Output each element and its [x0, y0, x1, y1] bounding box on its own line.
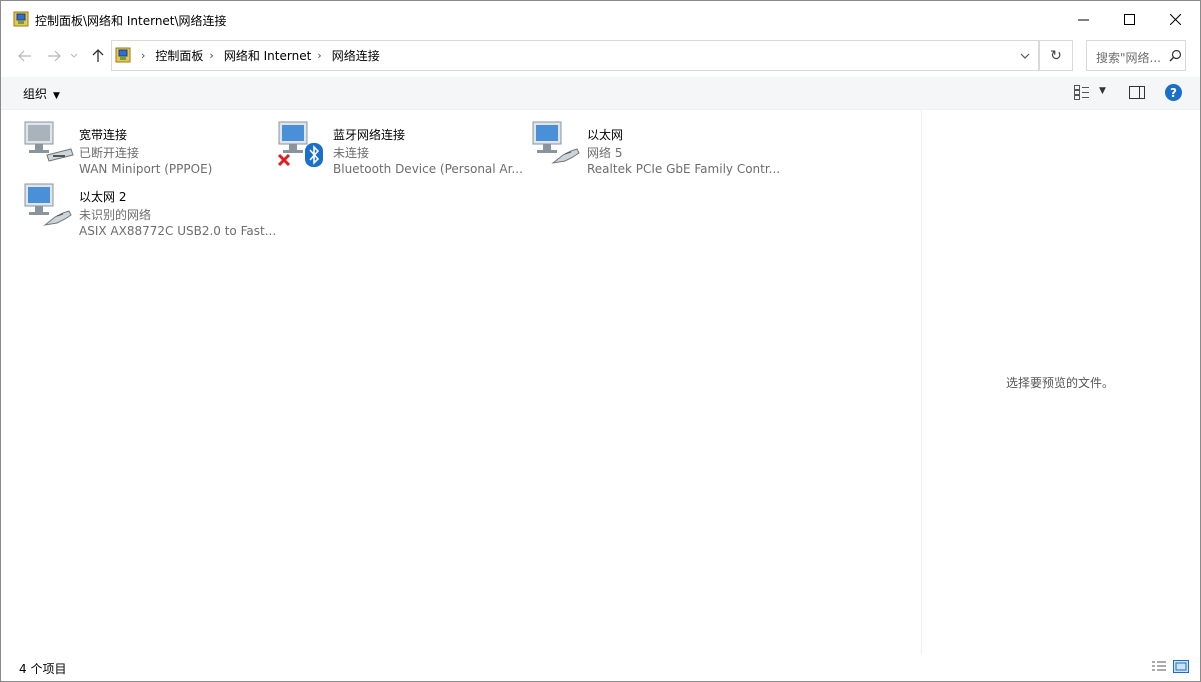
bluetooth-icon	[305, 143, 323, 167]
connection-device: ASIX AX88772C USB2.0 to Fast...	[79, 224, 277, 238]
connection-name: 宽带连接	[79, 128, 128, 142]
arrow-left-icon	[18, 50, 31, 62]
control-panel-icon	[115, 47, 131, 63]
organize-label: 组织	[23, 87, 48, 101]
caret-down-icon: ▼	[53, 91, 60, 101]
change-view-icon[interactable]	[1074, 85, 1090, 100]
bluetooth-network-icon	[277, 121, 323, 167]
chevron-right-icon[interactable]: ›	[141, 49, 145, 62]
chevron-right-icon[interactable]: ›	[317, 49, 321, 62]
arrow-up-icon	[92, 49, 104, 62]
connection-item-bluetooth[interactable]: 蓝牙网络连接 未连接 Bluetooth Device (Personal Ar…	[277, 117, 527, 177]
forward-button[interactable]	[43, 45, 65, 67]
search-placeholder: 搜索"网络...	[1096, 51, 1161, 65]
ethernet-icon	[24, 183, 72, 226]
preview-pane-icon[interactable]	[1129, 86, 1145, 99]
connection-name: 以太网 2	[79, 190, 127, 204]
connection-item-broadband[interactable]: 宽带连接 已断开连接 WAN Miniport (PPPOE)	[23, 117, 273, 177]
chevron-down-icon	[1020, 53, 1030, 59]
large-icons-view-icon[interactable]	[1173, 660, 1189, 673]
arrow-right-icon	[48, 50, 61, 62]
breadcrumb-control-panel[interactable]: 控制面板	[155, 47, 203, 64]
file-list: 宽带连接 已断开连接 WAN Miniport (PPPOE) 蓝牙网络连接 未…	[1, 110, 921, 651]
recent-locations-button[interactable]	[67, 45, 81, 67]
minimize-icon	[1077, 19, 1089, 20]
connection-status: 未识别的网络	[79, 208, 152, 222]
maximize-button[interactable]	[1106, 1, 1152, 37]
status-bar: 4 个项目	[1, 655, 1200, 681]
search-icon	[1169, 49, 1182, 62]
window-title: 控制面板\网络和 Internet\网络连接	[35, 14, 227, 28]
maximize-icon	[1123, 13, 1135, 25]
details-view-icon[interactable]	[1151, 660, 1167, 673]
address-bar[interactable]: › 控制面板 › 网络和 Internet › 网络连接	[111, 40, 1039, 71]
item-count: 4 个项目	[19, 662, 67, 676]
back-button[interactable]	[14, 45, 36, 67]
up-button[interactable]	[87, 45, 109, 67]
connection-device: Bluetooth Device (Personal Ar...	[333, 162, 523, 176]
explorer-window: 控制面板\网络和 Internet\网络连接 › 控制面板 › 网络和 Inte…	[0, 0, 1201, 682]
refresh-button[interactable]: ↻	[1039, 40, 1073, 71]
connection-status: 已断开连接	[79, 146, 140, 160]
refresh-icon: ↻	[1050, 47, 1062, 64]
close-icon	[1169, 13, 1181, 25]
ethernet-icon	[532, 121, 580, 164]
address-dropdown-button[interactable]	[1014, 41, 1036, 70]
connection-device: Realtek PCIe GbE Family Contr...	[587, 162, 781, 176]
title-bar: 控制面板\网络和 Internet\网络连接	[1, 1, 1200, 37]
help-button[interactable]: ?	[1165, 84, 1182, 101]
breadcrumb-network-connections[interactable]: 网络连接	[332, 47, 380, 64]
connection-status: 网络 5	[587, 146, 623, 160]
disconnected-x-icon	[277, 153, 291, 167]
help-icon: ?	[1170, 85, 1177, 100]
connection-item-ethernet[interactable]: 以太网 网络 5 Realtek PCIe GbE Family Contr..…	[531, 117, 781, 177]
connection-status: 未连接	[333, 146, 370, 160]
connection-device: WAN Miniport (PPPOE)	[79, 162, 213, 176]
minimize-button[interactable]	[1060, 1, 1106, 37]
organize-button[interactable]: 组织 ▼	[23, 85, 60, 102]
connection-item-ethernet-2[interactable]: 以太网 2 未识别的网络 ASIX AX88772C USB2.0 to Fas…	[23, 179, 277, 239]
chevron-right-icon[interactable]: ›	[209, 49, 213, 62]
broadband-modem-icon	[24, 121, 74, 162]
chevron-down-icon	[70, 53, 78, 58]
breadcrumb: › 控制面板 › 网络和 Internet › 网络连接	[137, 41, 382, 70]
breadcrumb-network-internet[interactable]: 网络和 Internet	[224, 47, 311, 64]
network-connections-icon	[13, 11, 29, 27]
connection-name: 以太网	[587, 128, 624, 142]
view-options-dropdown[interactable]: ▼	[1099, 86, 1106, 96]
command-bar: 组织 ▼ ▼ ?	[1, 77, 1200, 110]
connection-name: 蓝牙网络连接	[333, 128, 406, 142]
navigation-bar: › 控制面板 › 网络和 Internet › 网络连接 ↻ 搜索"网络...	[1, 37, 1200, 75]
search-input[interactable]: 搜索"网络...	[1086, 40, 1186, 71]
close-button[interactable]	[1152, 1, 1198, 37]
preview-message: 选择要预览的文件。	[1006, 376, 1115, 390]
preview-pane: 选择要预览的文件。	[922, 110, 1200, 655]
